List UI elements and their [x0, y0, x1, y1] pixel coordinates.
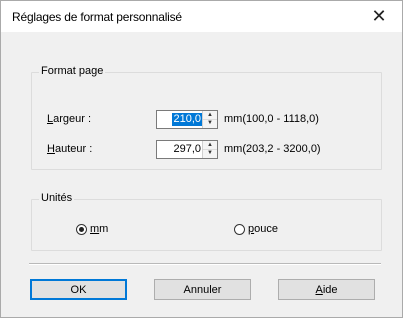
close-button[interactable]: ✕ [356, 1, 402, 32]
height-spinbox[interactable]: 297,0 ▲ ▼ [156, 140, 218, 159]
width-spin-arrows: ▲ ▼ [202, 111, 217, 128]
width-label: Largeur : [47, 113, 92, 125]
radio-mm[interactable]: mm [76, 223, 108, 235]
ok-button[interactable]: OK [30, 279, 127, 300]
format-page-label: Format page [39, 65, 106, 77]
spin-down-icon[interactable]: ▼ [203, 119, 217, 127]
width-range: mm(100,0 - 1118,0) [224, 113, 319, 125]
height-input[interactable]: 297,0 [172, 143, 202, 156]
radio-pouce-label: pouce [248, 223, 278, 235]
close-icon: ✕ [371, 6, 387, 26]
width-input[interactable]: 210,0 [172, 113, 202, 126]
radio-mm-label: mm [90, 223, 109, 235]
spin-down-icon[interactable]: ▼ [203, 149, 217, 157]
radio-mm-indicator[interactable] [76, 223, 87, 235]
cancel-button[interactable]: Annuler [154, 279, 251, 300]
height-range: mm(203,2 - 3200,0) [224, 143, 321, 155]
custom-format-dialog: Réglages de format personnalisé ✕ Format… [0, 0, 403, 318]
dialog-title: Réglages de format personnalisé [12, 10, 182, 24]
height-label: Hauteur : [47, 143, 93, 155]
width-spinbox[interactable]: 210,0 ▲ ▼ [156, 110, 218, 129]
help-button[interactable]: Aide [278, 279, 375, 300]
units-label: Unités [39, 192, 75, 204]
radio-pouce-indicator[interactable] [234, 223, 245, 235]
title-bar: Réglages de format personnalisé ✕ [1, 1, 402, 32]
radio-pouce[interactable]: pouce [234, 223, 278, 235]
separator [29, 263, 381, 265]
height-spin-arrows: ▲ ▼ [202, 141, 217, 158]
